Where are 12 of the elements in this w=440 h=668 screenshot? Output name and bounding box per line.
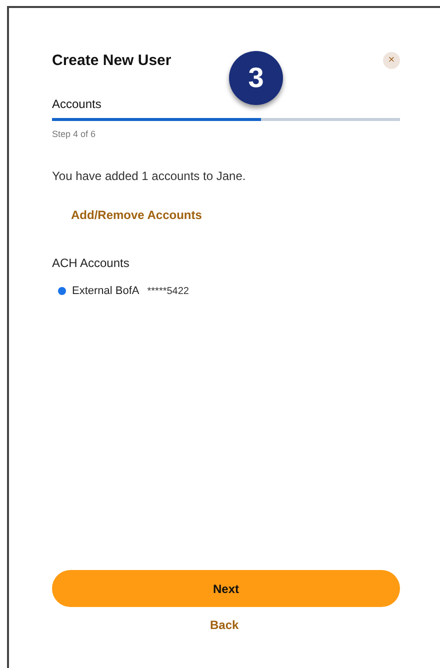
step-badge: 3 xyxy=(229,51,283,105)
account-number: *****5422 xyxy=(147,286,189,296)
dialog-title: Create New User xyxy=(52,52,172,69)
summary-text: You have added 1 accounts to Jane. xyxy=(52,169,246,183)
step-title: Accounts xyxy=(52,97,102,111)
section-title: ACH Accounts xyxy=(52,256,130,270)
close-button[interactable]: × xyxy=(383,52,400,69)
step-counter: Step 4 of 6 xyxy=(52,129,96,139)
add-remove-accounts-link[interactable]: Add/Remove Accounts xyxy=(71,208,202,222)
next-button[interactable]: Next xyxy=(52,570,400,607)
account-name: External BofA xyxy=(72,285,140,297)
back-button[interactable]: Back xyxy=(210,616,239,634)
